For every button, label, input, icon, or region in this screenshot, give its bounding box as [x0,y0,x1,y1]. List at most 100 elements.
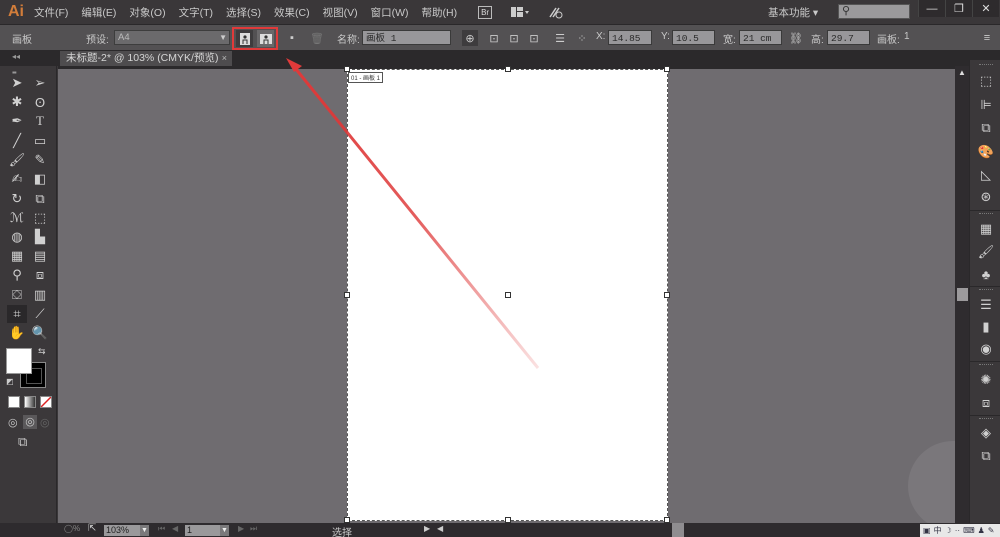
swatches-panel-icon[interactable]: ▦ [977,220,995,238]
show-center-mark-icon[interactable]: ⊡ [487,31,501,45]
links-panel-icon[interactable]: ⊛ [977,188,995,206]
transform-panel-icon[interactable]: ⬚ [977,72,995,90]
pencil-tool-icon[interactable]: ✎ [30,151,50,169]
magic-wand-tool-icon[interactable]: ✱ [7,93,27,111]
slice-tool-icon[interactable]: ⟋ [30,305,50,323]
color-mode-button[interactable] [8,396,20,408]
layers-panel-icon[interactable]: ◈ [977,424,995,442]
menu-window[interactable]: 窗口(W) [371,5,409,20]
dock-grip[interactable] [979,364,993,367]
show-video-safe-areas-icon[interactable]: ⊡ [527,31,541,45]
graphic-styles-panel-icon[interactable]: ⧈ [977,394,995,412]
free-transform-tool-icon[interactable]: ⬚ [30,209,50,227]
move-with-artboard-icon[interactable]: ⊕ [462,30,478,46]
stroke-panel-icon[interactable]: ☰ [977,296,995,314]
align-panel-icon[interactable]: ⊫ [977,96,995,114]
zoom-dropdown-icon[interactable]: ▼ [140,525,149,536]
horizontal-scrollbar-thumb[interactable] [672,523,684,537]
resize-handle-top-right[interactable] [664,66,670,72]
height-input[interactable]: 29.7 cm [827,30,870,59]
dock-grip[interactable] [979,418,993,421]
selection-tool-icon[interactable]: ➤ [7,74,27,92]
scale-tool-icon[interactable]: ⧉ [30,190,50,208]
last-artboard-icon[interactable]: ⏭ [250,524,257,534]
close-tab-icon[interactable]: × [222,51,227,66]
draw-normal-icon[interactable]: ◎ [8,416,18,429]
eraser-tool-icon[interactable]: ◧ [30,170,50,188]
eyedropper-tool-icon[interactable]: ⚲ [7,266,27,284]
hand-tool-icon[interactable]: ✋ [7,324,27,342]
artboard-number-input[interactable]: 1 [185,525,220,536]
collapse-panel-icon[interactable]: ◂◂ [12,52,20,61]
menu-file[interactable]: 文件(F) [34,5,68,20]
symbol-sprayer-tool-icon[interactable]: ⛋ [7,286,27,304]
appearance-panel-icon[interactable]: ✺ [977,371,995,389]
paintbrush-tool-icon[interactable]: 🖌 [7,151,27,169]
pathfinder-panel-icon[interactable]: ⧉ [977,119,995,137]
scrollbar-thumb[interactable] [957,288,968,301]
zoom-level-input[interactable]: 103% [104,525,140,536]
gpu-performance-button[interactable] [548,5,564,19]
landscape-button[interactable] [257,30,274,47]
constrain-proportions-icon[interactable]: ⛓ [789,31,803,45]
resize-handle-left[interactable] [344,292,350,298]
ime-toolbar[interactable]: ▣ 中 ☽ ·· ⌨ ♟ ✎ [920,524,1000,537]
draw-behind-icon[interactable]: ◎ [23,415,37,429]
rotate-tool-icon[interactable]: ↻ [7,190,27,208]
gradient-panel-icon[interactable]: ◺ [977,166,995,184]
center-point-handle[interactable] [505,292,511,298]
show-cross-hairs-icon[interactable]: ⊡ [507,31,521,45]
gradient-swatch-panel-icon[interactable]: ▮ [977,318,995,336]
draw-inside-icon[interactable]: ◎ [40,416,50,429]
close-button[interactable]: ✕ [972,0,999,17]
resize-handle-right[interactable] [664,292,670,298]
fill-swatch[interactable] [6,348,32,374]
menu-effect[interactable]: 效果(C) [274,5,310,20]
rectangle-tool-icon[interactable]: ▭ [30,132,50,150]
zoom-tool-icon[interactable]: 🔍 [30,324,50,342]
y-input[interactable]: 10.5 cm [672,30,715,59]
panel-menu-icon[interactable]: ≡ [980,31,994,45]
menu-object[interactable]: 对象(O) [129,5,165,20]
bridge-button[interactable]: Br [478,5,493,19]
minimize-button[interactable]: — [918,0,945,17]
arrange-documents-button[interactable] [510,6,530,18]
new-artboard-icon[interactable]: ▪ [285,31,299,45]
width-input[interactable]: 21 cm [739,30,782,45]
type-tool-icon[interactable]: T [30,112,50,130]
next-artboard-icon[interactable]: ▶ [238,524,244,533]
resize-handle-top[interactable] [505,66,511,72]
perspective-grid-tool-icon[interactable]: ▙ [30,228,50,246]
lasso-tool-icon[interactable]: ʘ [30,93,50,111]
scroll-left-icon[interactable]: ◀ [437,524,443,533]
dock-grip[interactable] [979,213,993,216]
x-input[interactable]: 14.85 cm [608,30,652,59]
pen-tool-icon[interactable]: ✒ [7,112,27,130]
help-search-input[interactable]: ⚲ [838,4,910,19]
preset-select[interactable]: A4 ▼ [114,30,230,45]
line-tool-icon[interactable]: ╱ [7,132,27,150]
artboard-name-input[interactable]: 画板 1 [362,30,451,45]
restore-button[interactable]: ❐ [945,0,972,17]
share-icon[interactable]: ⇱ [88,523,96,534]
canvas-area[interactable]: 01 - 画板 1 [58,66,955,523]
brushes-panel-icon[interactable]: 🖌 [977,243,995,261]
resize-handle-top-left[interactable] [344,66,350,72]
status-menu-icon[interactable]: ▶ [424,524,430,533]
gradient-tool-icon[interactable]: ▤ [30,247,50,265]
delete-artboard-icon[interactable]: 🗑 [310,31,324,45]
workspace-switcher[interactable]: 基本功能 ▾ [768,5,818,20]
menu-help[interactable]: 帮助(H) [422,5,458,20]
reference-point-icon[interactable]: ⁘ [575,31,589,45]
previous-artboard-icon[interactable]: ◀ [172,524,178,533]
swap-fill-stroke-icon[interactable]: ⇆ [38,346,46,357]
none-mode-button[interactable] [40,396,52,408]
dock-grip[interactable] [979,289,993,292]
artboard-options-icon[interactable]: ☰ [553,31,567,45]
menu-edit[interactable]: 编辑(E) [81,5,116,20]
menu-select[interactable]: 选择(S) [226,5,261,20]
mesh-tool-icon[interactable]: ▦ [7,247,27,265]
artboard-tool-icon[interactable]: ⌗ [7,305,27,323]
menu-view[interactable]: 视图(V) [323,5,358,20]
menu-type[interactable]: 文字(T) [179,5,213,20]
